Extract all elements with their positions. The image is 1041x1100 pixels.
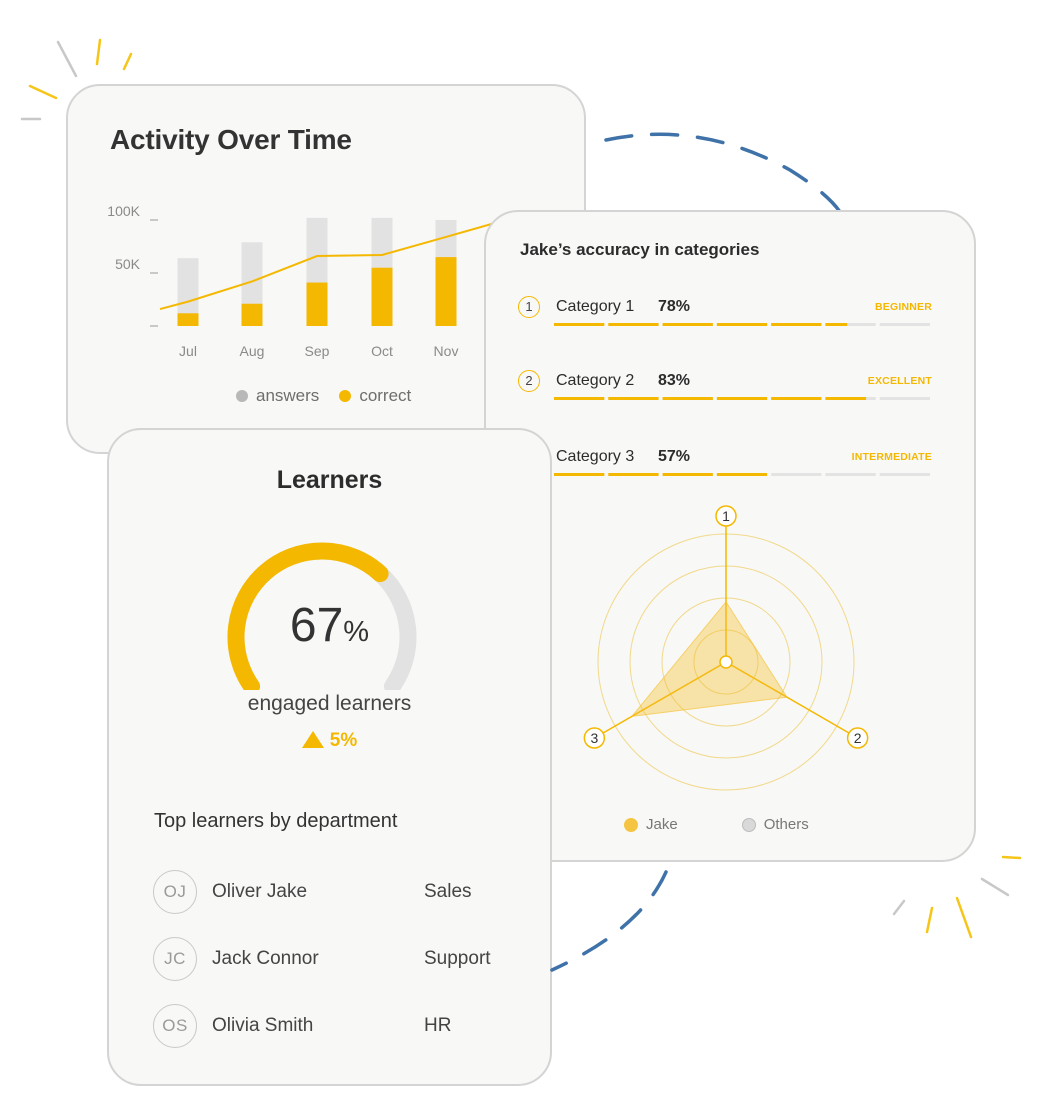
radar-axis-label: 1 [715,505,737,527]
svg-text:3: 3 [590,730,598,746]
avatar: OJ [153,870,197,914]
legend-item-jake: Jake [624,816,678,833]
x-tick-label: Aug [240,343,265,359]
gauge-caption: engaged learners [247,692,412,715]
learner-name: Oliver Jake [212,881,308,902]
x-tick-label: Nov [434,343,459,359]
y-tick-label: 50K [115,256,141,272]
x-tick-label: Sep [305,343,330,359]
learner-name: Jack Connor [212,948,319,969]
bar-correct [435,257,457,326]
legend-label-jake: Jake [646,816,678,833]
legend-item-others: Others [741,816,809,833]
triangle-up-icon [301,731,324,748]
learner-department: HR [424,1015,452,1036]
radar-axis-label: 2 [846,727,869,749]
gauge-unit: % [343,616,370,648]
bar-correct [241,303,263,326]
learners-card: Learners 67% engaged learners 5% Top lea… [107,428,552,1086]
accuracy-legend: Jake Others [624,816,809,833]
activity-legend: answers correct [236,386,411,406]
legend-dot-correct [339,390,352,402]
gauge-number: 67 [289,599,344,652]
accuracy-card: Jake’s accuracy in categories 1 Category… [484,210,976,862]
legend-item-correct: correct [339,386,411,406]
legend-label-answers: answers [256,386,320,405]
svg-text:2: 2 [854,730,862,746]
learner-department: Sales [424,881,472,902]
bar-correct [306,282,328,326]
svg-text:1: 1 [722,508,730,524]
gauge-value: 67% [109,598,550,653]
top-learners-title: Top learners by department [154,810,398,832]
y-tick-label: 100K [107,203,140,219]
bar-correct [371,267,393,326]
learner-row[interactable]: JC Jack Connor Support [153,937,513,985]
gauge-change: 5% [109,730,550,752]
sparkle-icon [892,855,1022,939]
legend-item-answers: answers [236,386,319,406]
bar-correct [177,313,199,326]
gauge-change-value: 5% [329,730,358,751]
legend-label-correct: correct [359,386,412,405]
radar-chart: 1 2 3 [583,505,869,791]
legend-dot-jake [624,817,638,832]
dashed-arc [604,132,844,217]
legend-dot-others [741,817,756,832]
avatar: JC [153,937,197,981]
radar-axis-label: 3 [583,727,606,749]
legend-dot-answers [236,390,248,402]
x-tick-label: Oct [371,343,393,359]
avatar: OS [153,1004,197,1048]
x-tick-label: Jul [179,343,197,359]
learner-row[interactable]: OS Olivia Smith HR [153,1004,513,1052]
legend-label-others: Others [763,816,809,833]
learner-row[interactable]: OJ Oliver Jake Sales [153,870,513,918]
learner-name: Olivia Smith [212,1015,314,1036]
radar-area-jake [630,600,788,718]
radar-center [719,655,733,669]
learner-department: Support [424,948,491,969]
